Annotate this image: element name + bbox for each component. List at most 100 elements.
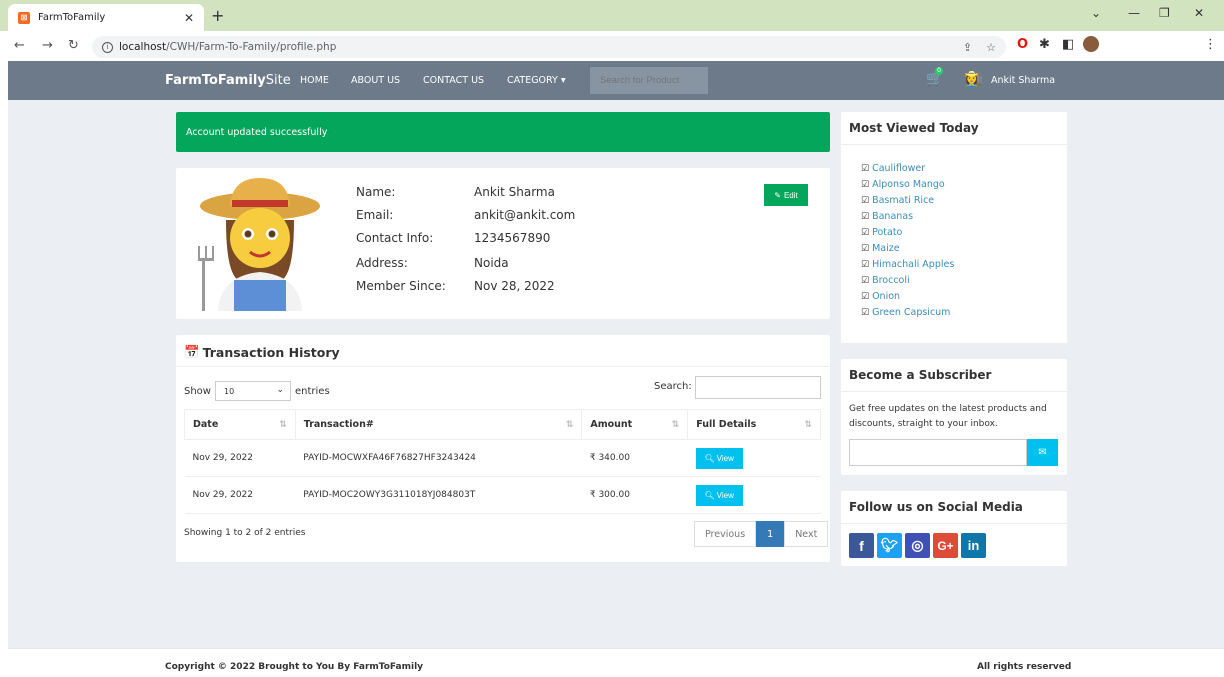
instagram-icon[interactable]: ◎ (905, 533, 930, 558)
browser-tab[interactable]: ⊠ FarmToFamily ✕ (8, 4, 204, 31)
nav-about-us[interactable]: ABOUT US (351, 75, 400, 86)
showing-entries-text: Showing 1 to 2 of 2 entries (184, 528, 306, 538)
tab-search-chevron-icon[interactable]: ⌄ (1091, 6, 1101, 20)
list-item[interactable]: ☑ Alponso Mango (861, 177, 1067, 193)
sort-icon: ⇅ (804, 420, 812, 430)
contact-value: 1234567890 (474, 231, 551, 245)
most-viewed-list: ☑ Cauliflower ☑ Alponso Mango ☑ Basmati Ric… (841, 145, 1067, 321)
list-item[interactable]: ☑ Green Capsicum (861, 305, 1067, 321)
search-icon: 🔍︎ (704, 490, 715, 500)
address-label: Address: (356, 256, 408, 270)
bookmark-star-icon[interactable]: ☆ (986, 41, 996, 54)
cell-amount: ₹ 340.00 (581, 439, 688, 477)
social-panel: Follow us on Social Media f 🐦︎ ◎ G+ in (841, 491, 1067, 566)
col-amount[interactable]: Amount ⇅ (581, 409, 689, 440)
edit-icon: ✎ (774, 190, 781, 200)
name-value: Ankit Sharma (474, 185, 555, 199)
table-search-label: Search: (654, 381, 692, 392)
tab-title: FarmToFamily (38, 12, 106, 23)
entries-select[interactable]: 10 ⌄ (214, 381, 291, 401)
list-item[interactable]: ☑ Cauliflower (861, 161, 1067, 177)
reload-icon[interactable]: ↻ (68, 38, 79, 53)
brand-logo[interactable]: FarmToFamilySite (165, 73, 291, 88)
user-name[interactable]: Ankit Sharma (991, 75, 1055, 86)
opera-extension-icon[interactable]: O (1017, 37, 1028, 52)
table-search-input[interactable] (695, 376, 821, 399)
checkbox-checked-icon: ☑ (861, 164, 870, 174)
forward-icon[interactable]: → (42, 38, 53, 53)
linkedin-icon[interactable]: in (961, 533, 986, 558)
col-full-details[interactable]: Full Details ⇅ (687, 409, 821, 440)
checkbox-checked-icon: ☑ (861, 276, 870, 286)
pagination: Previous 1 Next (694, 521, 829, 547)
cell-date: Nov 29, 2022 (184, 439, 296, 477)
list-item[interactable]: ☑ Onion (861, 289, 1067, 305)
list-item[interactable]: ☑ Maize (861, 241, 1067, 257)
subscribe-email-input[interactable] (849, 439, 1027, 466)
back-icon[interactable]: ← (14, 38, 25, 53)
site-info-icon[interactable]: i (102, 41, 113, 53)
subscriber-panel: Become a Subscriber Get free updates on … (841, 359, 1067, 475)
success-alert: Account updated successfully (176, 112, 830, 152)
checkbox-checked-icon: ☑ (861, 260, 870, 270)
checkbox-checked-icon: ☑ (861, 308, 870, 318)
social-title: Follow us on Social Media (841, 491, 1067, 524)
cart-count-badge: 0 (935, 67, 943, 75)
url-host: localhost (119, 41, 167, 53)
tab-close-icon[interactable]: ✕ (184, 11, 194, 25)
address-value: Noida (474, 256, 509, 270)
url-path: /CWH/Farm-To-Family/profile.php (166, 41, 337, 53)
profile-avatar-icon[interactable] (1083, 36, 1099, 52)
page-1-button[interactable]: 1 (756, 521, 785, 547)
email-value: ankit@ankit.com (474, 208, 576, 222)
most-viewed-title: Most Viewed Today (841, 112, 1067, 145)
member-since-value: Nov 28, 2022 (474, 279, 555, 293)
view-button[interactable]: 🔍︎ View (695, 484, 743, 506)
google-plus-icon[interactable]: G+ (933, 533, 958, 558)
edit-profile-button[interactable]: ✎ Edit (764, 184, 808, 206)
transaction-history-card: 📅 Transaction History Show 10 ⌄ entries Se… (176, 335, 830, 562)
calendar-icon: 📅 (184, 344, 200, 359)
previous-page-button[interactable]: Previous (694, 521, 757, 547)
close-window-icon[interactable]: ✕ (1194, 6, 1204, 20)
nav-category-dropdown[interactable]: CATEGORY ▾ (507, 75, 566, 86)
side-panel-icon[interactable]: ◧ (1062, 37, 1074, 52)
col-date[interactable]: Date ⇅ (184, 409, 296, 440)
envelope-icon: ✉ (1038, 447, 1047, 458)
rights-text: All rights reserved (977, 662, 1072, 672)
facebook-icon[interactable]: f (849, 533, 874, 558)
checkbox-checked-icon: ☑ (861, 244, 870, 254)
next-page-button[interactable]: Next (784, 521, 829, 547)
address-bar: ← → ↻ i localhost/CWH/Farm-To-Family/pro… (0, 31, 1224, 61)
new-tab-icon[interactable]: + (211, 6, 224, 25)
copyright-text: Copyright © 2022 Brought to You By FarmT… (165, 662, 424, 672)
list-item[interactable]: ☑ Bananas (861, 209, 1067, 225)
nav-home[interactable]: HOME (300, 75, 329, 86)
name-label: Name: (356, 185, 396, 199)
subscribe-button[interactable]: ✉ (1027, 439, 1058, 466)
twitter-icon[interactable]: 🐦︎ (877, 533, 902, 558)
search-icon: 🔍︎ (704, 453, 715, 463)
nav-contact-us[interactable]: CONTACT US (423, 75, 484, 86)
list-item[interactable]: ☑ Basmati Rice (861, 193, 1067, 209)
subscriber-text: Get free updates on the latest products … (849, 404, 1047, 429)
minimize-icon[interactable]: — (1128, 6, 1140, 20)
table-row: Nov 29, 2022 PAYID-MOC2OWY3G311018YJ0848… (184, 476, 821, 514)
checkbox-checked-icon: ☑ (861, 292, 870, 302)
view-button[interactable]: 🔍︎ View (695, 447, 743, 469)
product-search-input[interactable] (590, 67, 708, 94)
restore-icon[interactable]: ❐ (1159, 6, 1170, 20)
url-field[interactable]: i localhost/CWH/Farm-To-Family/profile.p… (92, 36, 1006, 58)
browser-menu-icon[interactable]: ⋮ (1204, 37, 1217, 52)
share-icon[interactable]: ⇪ (963, 41, 972, 54)
sort-icon: ⇅ (671, 420, 680, 430)
user-avatar[interactable]: 👩‍🌾 (964, 70, 983, 88)
checkbox-checked-icon: ☑ (861, 228, 870, 238)
list-item[interactable]: ☑ Potato (861, 225, 1067, 241)
member-since-label: Member Since: (356, 279, 446, 293)
list-item[interactable]: ☑ Himachali Apples (861, 257, 1067, 273)
extensions-puzzle-icon[interactable]: ✱ (1039, 37, 1050, 52)
col-transaction[interactable]: Transaction# ⇅ (294, 409, 583, 440)
list-item[interactable]: ☑ Broccoli (861, 273, 1067, 289)
transactions-table: Date ⇅ Transaction# ⇅ Amount ⇅ Full Details… (184, 409, 821, 514)
